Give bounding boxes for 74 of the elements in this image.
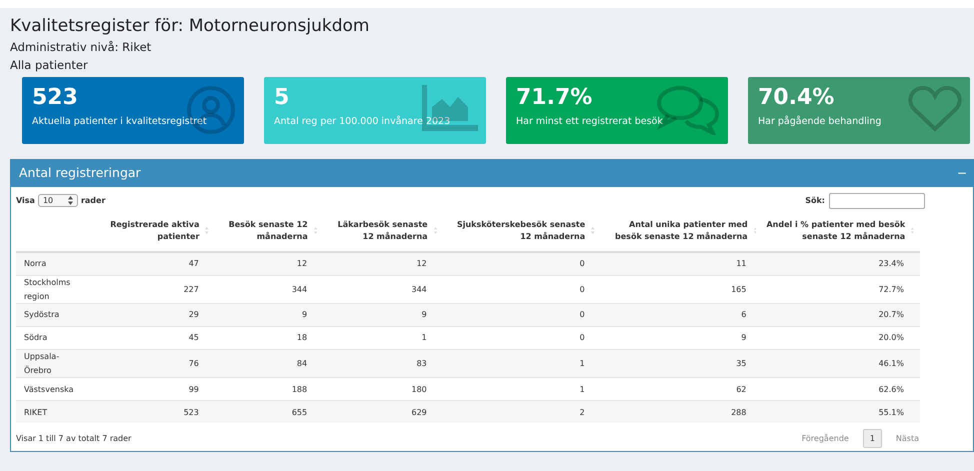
table-cell: 1 xyxy=(580,384,585,394)
column-header[interactable]: Läkarbesök senaste 12 månaderna xyxy=(327,218,428,243)
column-header[interactable]: Sjuksköterskebesök senaste 12 månaderna xyxy=(446,218,586,243)
stat-label: Antal reg per 100.000 invånare 2023 xyxy=(274,116,450,128)
column-header[interactable]: Andel i % patienter med besök senaste 12 månaderna xyxy=(766,218,906,243)
table-cell: 9 xyxy=(741,333,746,342)
column-header[interactable]: Antal unika patienter med besök senaste 12 månaderna xyxy=(604,218,748,243)
table-cell: 72.7% xyxy=(878,284,904,294)
table-cell: 45 xyxy=(188,333,199,342)
table-cell: 20.7% xyxy=(878,310,904,320)
region-cell: Västsvenska xyxy=(24,384,74,394)
table-cell: 188 xyxy=(292,384,308,394)
table-cell: 180 xyxy=(411,384,427,394)
table-info: Visar 1 till 7 av totalt 7 rader xyxy=(16,434,132,444)
table-cell: 62 xyxy=(736,384,746,394)
region-cell: Sydöstra xyxy=(24,310,60,320)
table-cell: 47 xyxy=(188,259,199,268)
table-cell: 12 xyxy=(296,259,308,268)
table-cell: 227 xyxy=(184,284,199,294)
stat-value: 5 xyxy=(274,84,290,112)
stat-label: Har minst ett registrerat besök xyxy=(516,116,663,128)
table-cell: 11 xyxy=(736,259,746,268)
table-cell: 0 xyxy=(580,284,585,294)
stat-value: 523 xyxy=(32,84,79,112)
column-header[interactable]: Registrerade aktiva patienter xyxy=(106,218,200,243)
table-cell: 523 xyxy=(184,408,199,417)
region-cell: Norra xyxy=(24,259,46,268)
table-cell: 288 xyxy=(731,408,746,417)
table-cell: 1 xyxy=(580,358,585,368)
table-cell: 344 xyxy=(292,284,308,294)
table-cell: 20.0% xyxy=(878,333,904,342)
table-cell: 9 xyxy=(302,310,308,320)
table-cell: 2 xyxy=(580,408,585,417)
page-title: Kvalitetsregister för: Motorneuronsjukdom xyxy=(10,16,370,36)
admin-level: Administrativ nivå: Riket xyxy=(10,41,152,56)
collapse-button[interactable]: − xyxy=(956,166,967,180)
stat-value: 71.7% xyxy=(516,84,594,112)
stat-value: 70.4% xyxy=(758,84,836,112)
show-label: Visa xyxy=(16,196,35,206)
table-cell: 629 xyxy=(411,408,427,417)
table-cell: 6 xyxy=(741,310,746,320)
region-cell: RIKET xyxy=(24,408,48,417)
column-header[interactable]: Besök senaste 12 månaderna xyxy=(218,218,308,243)
table-cell: 9 xyxy=(422,310,427,320)
table-cell: 23.4% xyxy=(878,259,904,268)
table-cell: 0 xyxy=(580,259,585,268)
table-cell: 655 xyxy=(292,408,308,417)
stat-label: Har pågående behandling xyxy=(758,116,882,128)
table-cell: 55.1% xyxy=(878,408,904,417)
table-cell: 165 xyxy=(731,284,746,294)
region-cell: Stockholms region xyxy=(24,278,70,301)
table-cell: 12 xyxy=(416,259,427,268)
table-cell: 0 xyxy=(580,310,585,320)
page-size-select[interactable]: 10 xyxy=(38,194,78,208)
table-cell: 62.6% xyxy=(878,384,904,394)
page-button[interactable]: 1 xyxy=(862,429,882,448)
table-cell: 84 xyxy=(296,358,308,368)
stat-label: Aktuella patienter i kvalitetsregistret xyxy=(32,116,207,128)
table-cell: 76 xyxy=(188,358,199,368)
table-cell: 29 xyxy=(188,310,199,320)
table-cell: 99 xyxy=(188,384,199,394)
table-cell: 83 xyxy=(416,358,427,368)
region-cell: Uppsala-Örebro xyxy=(24,352,60,375)
table-cell: 35 xyxy=(736,358,746,368)
panel-title: Antal registreringar xyxy=(19,165,141,180)
table-cell: 46.1% xyxy=(878,358,904,368)
table-cell: 344 xyxy=(411,284,427,294)
region-cell: Södra xyxy=(24,333,48,342)
rows-label: rader xyxy=(80,196,106,206)
patient-filter: Alla patienter xyxy=(10,59,89,73)
table-cell: 18 xyxy=(296,333,308,342)
table-cell: 0 xyxy=(580,333,585,342)
table-cell: 1 xyxy=(422,333,427,342)
search-label: Sök: xyxy=(805,196,825,206)
